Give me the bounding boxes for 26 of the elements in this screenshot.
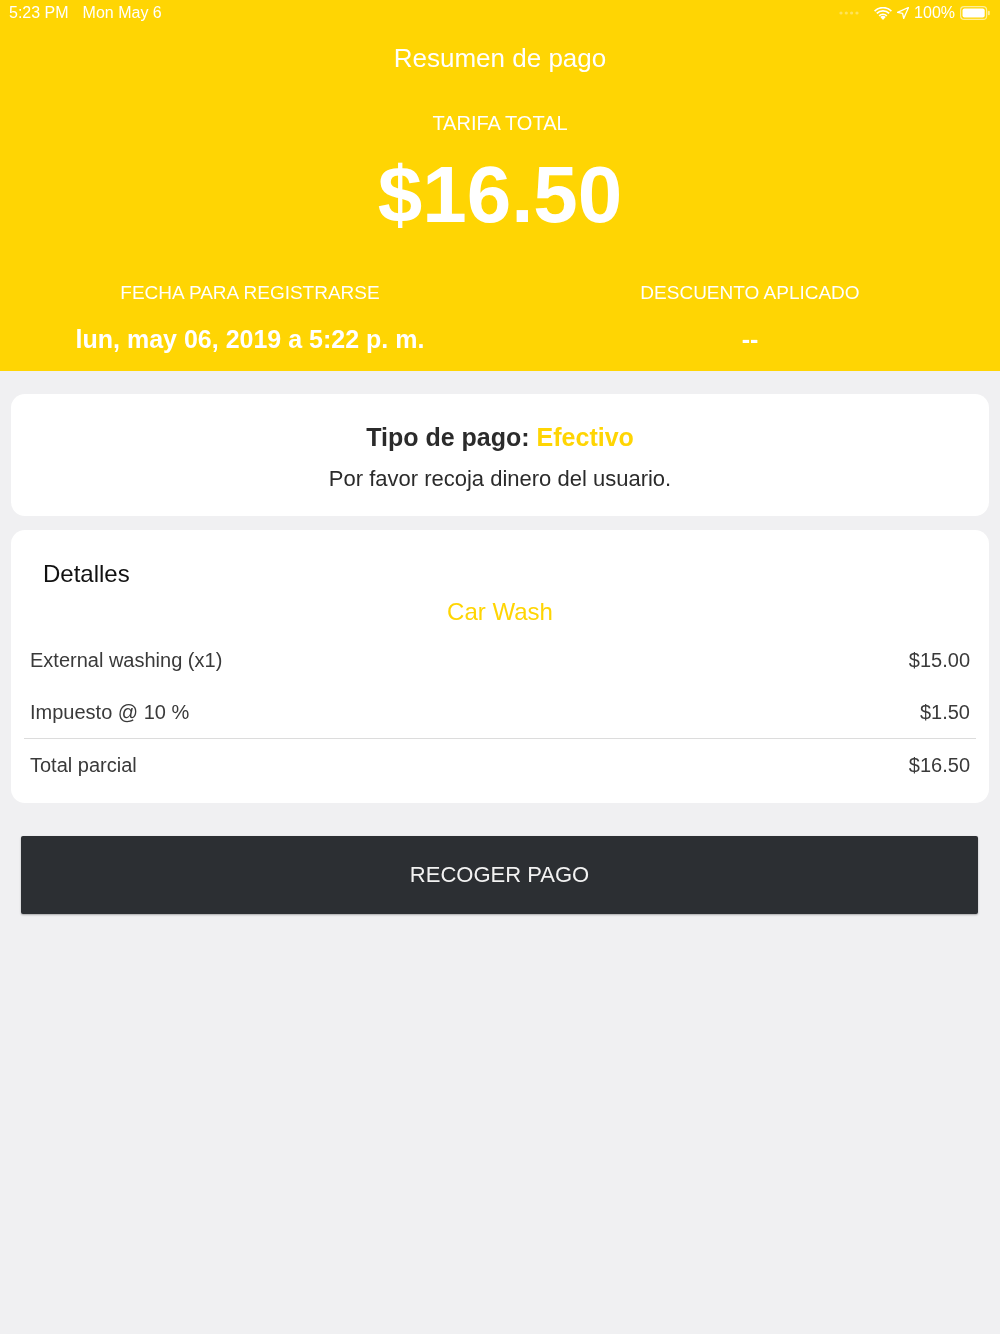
details-title: Detalles [42, 559, 131, 589]
status-time: 5:23 PM [9, 4, 69, 22]
location-arrow-icon [897, 7, 910, 19]
info-label: DESCUENTO APLICADO [640, 281, 860, 305]
service-name: Car Wash [446, 597, 554, 627]
line-item-amount: $16.50 [908, 753, 970, 777]
total-fare-label: TARIFA TOTAL [432, 111, 568, 135]
status-date: Mon May 6 [82, 4, 162, 22]
info-label: FECHA PARA REGISTRARSE [120, 281, 380, 305]
info-value: lun, may 06, 2019 a 5:22 p. m. [75, 324, 425, 355]
line-item-amount: $15.00 [908, 648, 970, 672]
wifi-icon [874, 6, 893, 20]
battery-icon [960, 6, 990, 20]
info-value: -- [741, 324, 759, 355]
payment-type-label: Tipo de pago: [366, 423, 530, 451]
line-item-amount: $1.50 [919, 700, 970, 724]
payment-note: Por favor recoja dinero del usuario. [328, 465, 672, 493]
total-fare-amount: $16.50 [377, 151, 623, 239]
collect-payment-button[interactable]: RECOGER PAGO [21, 836, 978, 914]
payment-type-value: Efectivo [536, 423, 634, 451]
line-item-label: External washing (x1) [30, 648, 223, 672]
line-item-label: Impuesto @ 10 % [30, 700, 190, 724]
signal-icon [839, 11, 860, 15]
battery-percent: 100% [914, 4, 955, 22]
screen-title: Resumen de pago [393, 42, 607, 74]
line-item-label: Total parcial [30, 753, 137, 777]
